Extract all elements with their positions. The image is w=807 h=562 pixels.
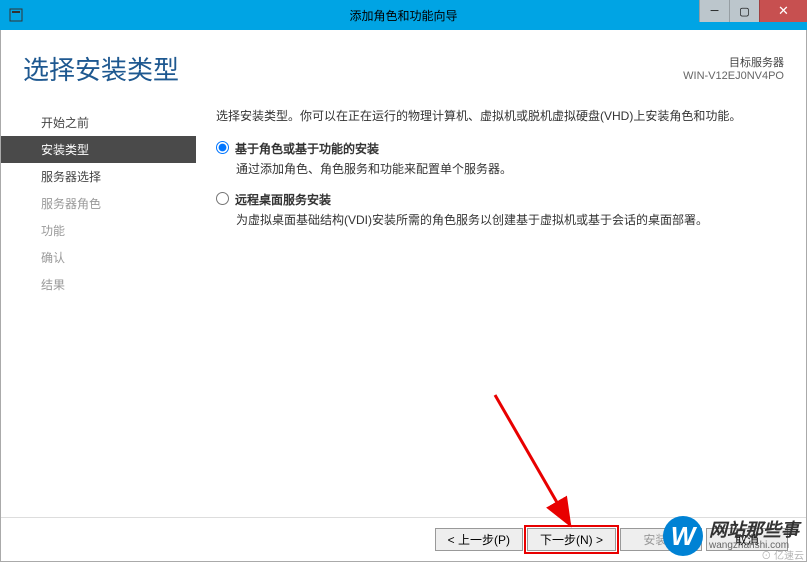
titlebar: 添加角色和功能向导 ─ ▢	[0, 0, 807, 30]
target-info: 目标服务器 WIN-V12EJ0NV4PO	[683, 50, 784, 87]
sidebar-item-results: 结果	[1, 271, 196, 298]
app-icon	[8, 7, 24, 23]
option-remote-desktop[interactable]: 远程桌面服务安装	[216, 191, 776, 208]
install-button: 安装(I)	[620, 528, 702, 551]
window-controls: ─ ▢	[699, 0, 807, 22]
instruction-text: 选择安装类型。你可以在正在运行的物理计算机、虚拟机或脱机虚拟硬盘(VHD)上安装…	[216, 107, 776, 124]
option-label-role-based: 基于角色或基于功能的安装	[235, 140, 379, 157]
option-label-remote-desktop: 远程桌面服务安装	[235, 191, 331, 208]
window-title: 添加角色和功能向导	[349, 7, 457, 24]
sidebar: 开始之前 安装类型 服务器选择 服务器角色 功能 确认 结果	[1, 97, 196, 517]
sidebar-item-before-you-begin[interactable]: 开始之前	[1, 109, 196, 136]
sidebar-item-installation-type[interactable]: 安装类型	[1, 136, 196, 163]
sidebar-item-confirmation: 确认	[1, 244, 196, 271]
sidebar-item-server-selection[interactable]: 服务器选择	[1, 163, 196, 190]
wizard-body: 选择安装类型 目标服务器 WIN-V12EJ0NV4PO 开始之前 安装类型 服…	[0, 30, 807, 562]
target-value: WIN-V12EJ0NV4PO	[683, 70, 784, 82]
option-role-based[interactable]: 基于角色或基于功能的安装	[216, 140, 776, 157]
footer: < 上一步(P) 下一步(N) > 安装(I) 取消	[1, 517, 806, 561]
option-desc-remote-desktop: 为虚拟桌面基础结构(VDI)安装所需的角色服务以创建基于虚拟机或基于会话的桌面部…	[236, 211, 776, 228]
watermark-corner: ⊙ 亿速云	[761, 547, 804, 562]
target-label: 目标服务器	[683, 54, 784, 70]
maximize-button[interactable]: ▢	[729, 0, 759, 22]
close-button[interactable]	[759, 0, 807, 22]
main-area: 开始之前 安装类型 服务器选择 服务器角色 功能 确认 结果 选择安装类型。你可…	[1, 97, 806, 517]
sidebar-item-server-roles: 服务器角色	[1, 190, 196, 217]
next-button[interactable]: 下一步(N) >	[527, 528, 616, 551]
radio-role-based[interactable]	[216, 141, 229, 154]
sidebar-item-features: 功能	[1, 217, 196, 244]
option-desc-role-based: 通过添加角色、角色服务和功能来配置单个服务器。	[236, 160, 776, 177]
previous-button[interactable]: < 上一步(P)	[435, 528, 523, 551]
minimize-button[interactable]: ─	[699, 0, 729, 22]
content-panel: 选择安装类型。你可以在正在运行的物理计算机、虚拟机或脱机虚拟硬盘(VHD)上安装…	[196, 97, 806, 517]
header-area: 选择安装类型 目标服务器 WIN-V12EJ0NV4PO	[1, 30, 806, 97]
page-title: 选择安装类型	[23, 50, 179, 87]
radio-remote-desktop[interactable]	[216, 192, 229, 205]
